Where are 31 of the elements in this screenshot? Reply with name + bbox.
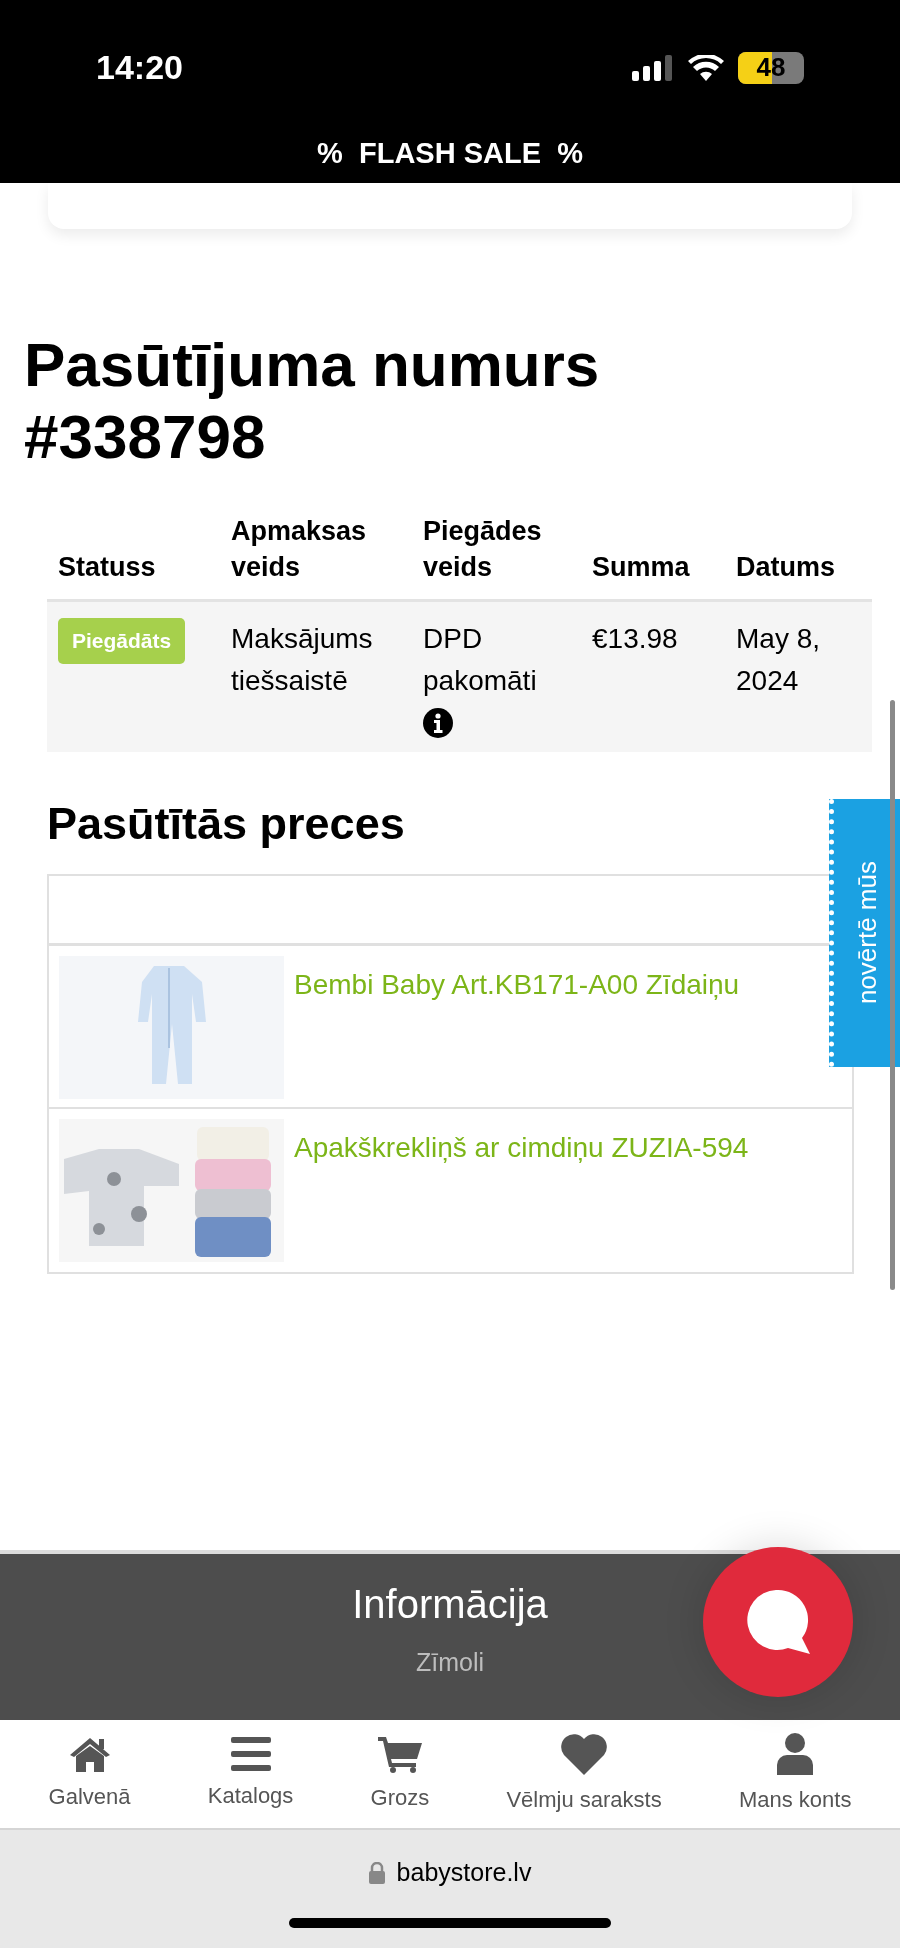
wifi-icon <box>688 54 724 81</box>
user-icon <box>777 1732 814 1775</box>
table-cell-text: May 8, 2024 <box>736 622 822 698</box>
footer-title: Informācija <box>352 1581 548 1628</box>
status-badge: Piegādāts <box>58 618 186 664</box>
order-title: Pasūtījuma numurs #338798 <box>23 329 601 473</box>
battery-indicator: 48 <box>738 51 804 84</box>
clock-time: 14:20 <box>96 47 183 88</box>
table-cell-text: DPD pakomāti <box>423 622 538 698</box>
cart-icon <box>377 1734 422 1773</box>
column-header: Datums <box>736 551 837 584</box>
table-cell-text: Maksājums tiešsaistē <box>231 622 374 698</box>
nav-tab[interactable]: Grozs <box>370 1734 430 1814</box>
nav-tab[interactable]: Katalogs <box>207 1736 294 1812</box>
column-header: Piegādes veids <box>423 515 543 584</box>
nav-tab[interactable]: Galvenā <box>48 1735 131 1813</box>
signal-icon <box>632 54 674 81</box>
column-header: Apmaksas veids <box>231 515 368 584</box>
column-header: Summa <box>592 551 691 584</box>
lock-icon <box>368 1861 385 1884</box>
chat-bubble-icon <box>744 1588 812 1656</box>
menu-icon <box>230 1736 271 1771</box>
info-icon[interactable] <box>423 708 453 738</box>
heart-icon <box>560 1732 609 1775</box>
footer-link[interactable]: Zīmoli <box>415 1644 485 1682</box>
column-header: Statuss <box>58 551 157 584</box>
url-bar[interactable]: babystore.lv <box>368 1854 532 1892</box>
section-title: Pasūtītās preces <box>46 797 406 851</box>
table-cell-text: €13.98 <box>592 622 679 656</box>
nav-tab[interactable]: Vēlmju saraksts <box>506 1732 662 1816</box>
nav-tab[interactable]: Mans konts <box>738 1732 852 1816</box>
